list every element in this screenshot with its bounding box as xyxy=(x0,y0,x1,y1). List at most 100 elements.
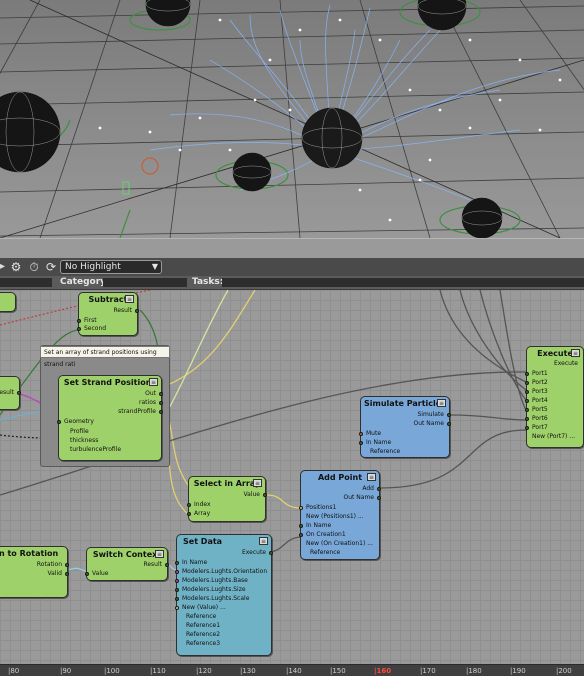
tasks-field[interactable] xyxy=(222,278,584,287)
port-in-reference: Reference xyxy=(310,549,341,556)
port-out-result: Result xyxy=(113,307,132,314)
port-in-mute: Mute xyxy=(366,430,382,437)
node-subtract[interactable]: Subtract ≡ Result First Second xyxy=(77,292,139,336)
node-graph-canvas[interactable]: Result Subtract ≡ Result First Second Se… xyxy=(0,290,584,664)
port-dot[interactable] xyxy=(175,570,179,574)
port-in-geometry: Geometry xyxy=(64,418,94,425)
filter-field[interactable] xyxy=(0,278,52,287)
port-dot[interactable] xyxy=(525,381,529,385)
port-in-turbulence-profile: turbulenceProfile xyxy=(70,446,122,453)
port-dot[interactable] xyxy=(187,512,191,516)
port-dot[interactable] xyxy=(85,572,89,576)
port-out-result: Result xyxy=(143,561,162,568)
port-dot[interactable] xyxy=(65,563,69,567)
port-dot[interactable] xyxy=(377,487,381,491)
stopwatch-icon[interactable]: ⏱ xyxy=(26,259,42,275)
port-in-port1: Port1 xyxy=(532,370,548,377)
port-dot[interactable] xyxy=(377,496,381,500)
node-set-strand-positions[interactable]: Set Strand Positions ≡ Out ratios strand… xyxy=(57,375,163,461)
port-dot[interactable] xyxy=(269,551,273,555)
port-dot[interactable] xyxy=(263,493,267,497)
port-in-port7: Port7 xyxy=(532,424,548,431)
refresh-icon[interactable]: ⟳ xyxy=(43,259,59,275)
chevron-down-icon: ▼ xyxy=(151,262,158,271)
port-in-port6: Port6 xyxy=(532,415,548,422)
port-in-name: In Name xyxy=(366,439,392,446)
port-out-strand-profile: strandProfile xyxy=(118,408,156,415)
category-bar: Category: Tasks: xyxy=(0,276,584,290)
port-dot[interactable] xyxy=(77,319,81,323)
port-dot[interactable] xyxy=(175,606,179,610)
highlight-dropdown[interactable]: No Highlight ▼ xyxy=(60,260,162,274)
port-dot[interactable] xyxy=(159,392,163,396)
node-menu-icon[interactable]: ≡ xyxy=(437,399,446,407)
port-dot[interactable] xyxy=(359,432,363,436)
node-title: n to Rotation xyxy=(0,549,59,558)
port-dot[interactable] xyxy=(175,597,179,601)
node-set-data[interactable]: Set Data ≡ Execute In Name Modelers.Lugh… xyxy=(175,534,273,656)
port-out-execute: Execute xyxy=(242,549,266,556)
node-simulate-particles[interactable]: Simulate Particles ≡ Simulate Out Name M… xyxy=(359,396,451,458)
port-dot[interactable] xyxy=(159,410,163,414)
port-in-reference3: Reference3 xyxy=(186,640,221,647)
node-menu-icon[interactable]: ≡ xyxy=(125,295,134,303)
port-dot[interactable] xyxy=(447,413,451,417)
port-dot[interactable] xyxy=(299,524,303,528)
port-in-new-positions: New (Positions1) ... xyxy=(306,513,364,520)
port-out-name: Out Name xyxy=(413,420,445,427)
node-menu-icon[interactable]: ≡ xyxy=(155,550,164,558)
port-dot[interactable] xyxy=(525,417,529,421)
port-dot[interactable] xyxy=(17,391,21,395)
timeline-ruler[interactable]: |80 |90 |100 |110 |120 |130 |140 |150 |1… xyxy=(0,664,584,676)
node-execute[interactable]: Execute ≡ Execute Port1 Port2 Port3 Port… xyxy=(525,346,584,448)
wire-gray-8 xyxy=(499,290,527,411)
port-dot[interactable] xyxy=(135,309,139,313)
port-dot[interactable] xyxy=(175,561,179,565)
pane-divider[interactable] xyxy=(0,238,584,260)
node-menu-icon[interactable]: ≡ xyxy=(149,378,158,386)
port-in-port5: Port5 xyxy=(532,406,548,413)
category-field[interactable] xyxy=(103,278,187,287)
port-dot[interactable] xyxy=(359,441,363,445)
port-dot[interactable] xyxy=(299,533,303,537)
toolbar-menu-icon[interactable]: ▸ xyxy=(0,261,6,273)
3d-viewport[interactable] xyxy=(0,0,584,238)
port-dot[interactable] xyxy=(525,390,529,394)
wire-gray-1 xyxy=(269,536,303,553)
port-dot[interactable] xyxy=(159,401,163,405)
port-in-new-value: New (Value) ... xyxy=(182,604,226,611)
port-dot[interactable] xyxy=(525,408,529,412)
node-menu-icon[interactable]: ≡ xyxy=(367,473,376,481)
node-offscreen-left[interactable]: Result xyxy=(0,376,21,410)
port-dot[interactable] xyxy=(525,399,529,403)
port-dot[interactable] xyxy=(57,420,61,424)
node-menu-icon[interactable]: ≡ xyxy=(253,479,262,487)
node-menu-icon[interactable]: ≡ xyxy=(259,537,268,545)
port-in-port4: Port4 xyxy=(532,397,548,404)
node-select-in-array[interactable]: Select in Array ≡ Value Index Array xyxy=(187,476,267,522)
port-dot[interactable] xyxy=(187,503,191,507)
port-in-index: Index xyxy=(194,501,211,508)
wire-gray-6 xyxy=(459,290,527,391)
port-in-orientation: Modelers.Lughts.Orientation xyxy=(182,568,268,575)
port-in-name: In Name xyxy=(306,522,332,529)
port-dot[interactable] xyxy=(77,327,81,331)
port-in-on-creation1: On Creation1 xyxy=(306,531,346,538)
node-offscreen-top[interactable] xyxy=(0,292,16,312)
settings-icon[interactable]: ⚙ xyxy=(8,259,24,275)
node-title: Simulate Particles xyxy=(364,399,446,408)
node-switch-context[interactable]: Switch Context ≡ Result Value xyxy=(85,547,169,581)
port-dot[interactable] xyxy=(175,579,179,583)
port-out-ratios: ratios xyxy=(139,399,156,406)
node-add-point[interactable]: Add Point ≡ Add Out Name Positions1 New … xyxy=(299,470,381,560)
port-dot[interactable] xyxy=(525,426,529,430)
node-to-rotation[interactable]: n to Rotation Rotation Valid xyxy=(0,546,69,598)
port-out-execute: Execute xyxy=(554,360,578,367)
port-dot[interactable] xyxy=(525,372,529,376)
port-dot[interactable] xyxy=(447,422,451,426)
port-dot[interactable] xyxy=(65,572,69,576)
node-menu-icon[interactable]: ≡ xyxy=(571,349,580,357)
port-dot[interactable] xyxy=(299,506,303,510)
port-dot[interactable] xyxy=(175,588,179,592)
port-dot[interactable] xyxy=(165,563,169,567)
